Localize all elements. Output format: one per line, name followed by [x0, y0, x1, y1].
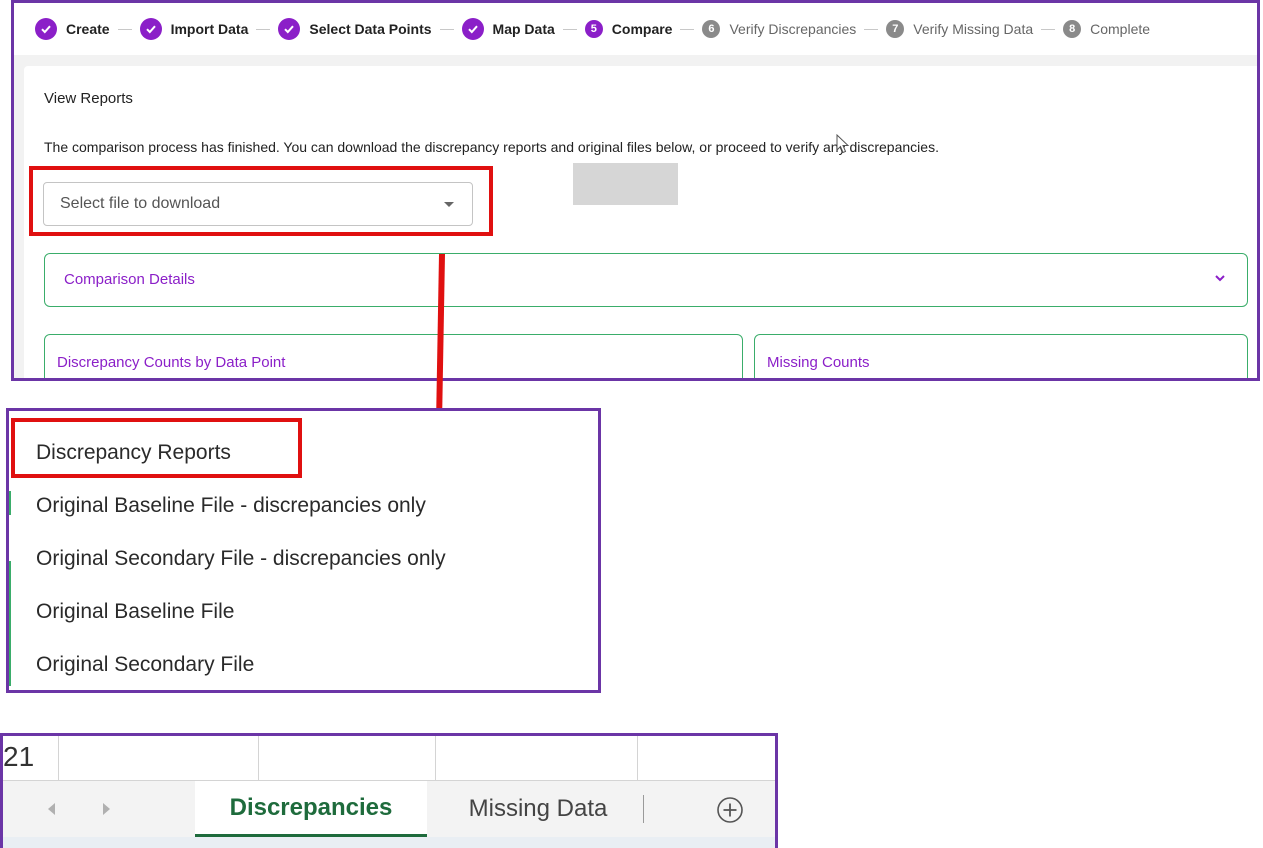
spreadsheet-row: 21 — [3, 736, 775, 781]
grid-line — [58, 736, 59, 780]
step-compare[interactable]: 5 Compare — [584, 20, 673, 38]
step-number: 7 — [886, 20, 905, 38]
step-import-data[interactable]: Import Data — [139, 18, 249, 40]
scroll-left-icon[interactable] — [48, 803, 55, 815]
step-connector — [562, 28, 577, 30]
spreadsheet-tabs-panel: 21 Discrepancies Missing Data — [0, 733, 778, 848]
accordion-label: Comparison Details — [64, 271, 195, 288]
grid-line — [258, 736, 259, 780]
step-verify-discrepancies[interactable]: 6 Verify Discrepancies — [702, 20, 856, 38]
discrepancy-counts-card: Discrepancy Counts by Data Point — [44, 334, 743, 378]
sheet-tab-bar: Discrepancies Missing Data — [3, 781, 775, 837]
card-title: Discrepancy Counts by Data Point — [57, 354, 286, 371]
status-strip — [3, 837, 775, 848]
step-create[interactable]: Create — [35, 18, 110, 40]
step-connector — [117, 28, 132, 30]
option-secondary-file[interactable]: Original Secondary File — [36, 653, 254, 677]
comparison-details-accordion[interactable]: Comparison Details — [44, 253, 1248, 307]
step-connector — [864, 28, 879, 30]
step-connector — [680, 28, 695, 30]
redaction-block — [573, 163, 678, 205]
step-number: 8 — [1063, 20, 1082, 38]
option-baseline-discrepancies-only[interactable]: Original Baseline File - discrepancies o… — [36, 494, 426, 518]
card-edge — [9, 561, 11, 686]
step-map-data[interactable]: Map Data — [461, 18, 555, 40]
step-connector — [1041, 28, 1056, 30]
check-icon — [461, 18, 484, 40]
step-label: Select Data Points — [309, 21, 432, 37]
step-label: Verify Missing Data — [913, 21, 1034, 37]
check-icon — [278, 18, 301, 40]
step-number: 6 — [702, 20, 721, 38]
card-edge — [9, 491, 11, 515]
highlight-box-option — [11, 418, 302, 478]
step-complete[interactable]: 8 Complete — [1063, 20, 1150, 38]
row-number: 21 — [3, 741, 35, 772]
card-title: Missing Counts — [767, 354, 870, 371]
scroll-right-icon[interactable] — [103, 803, 110, 815]
step-label: Compare — [611, 21, 673, 37]
step-connector — [439, 28, 454, 30]
option-baseline-file[interactable]: Original Baseline File — [36, 600, 234, 624]
stepper: Create Import Data Select Data Points Ma… — [14, 3, 1257, 55]
grid-line — [435, 736, 436, 780]
option-secondary-discrepancies-only[interactable]: Original Secondary File - discrepancies … — [36, 547, 446, 571]
missing-counts-card: Missing Counts — [754, 334, 1248, 378]
step-label: Map Data — [492, 21, 555, 37]
highlight-box-select — [29, 166, 493, 236]
sheet-tab-discrepancies[interactable]: Discrepancies — [195, 781, 427, 837]
step-label: Complete — [1090, 21, 1151, 37]
page-title: View Reports — [44, 90, 133, 107]
step-select-data-points[interactable]: Select Data Points — [278, 18, 432, 40]
grid-line — [637, 736, 638, 780]
check-icon — [139, 18, 162, 40]
step-number: 5 — [584, 20, 603, 38]
step-connector — [256, 28, 271, 30]
step-verify-missing-data[interactable]: 7 Verify Missing Data — [886, 20, 1033, 38]
step-label: Verify Discrepancies — [729, 21, 857, 37]
check-icon — [35, 18, 57, 40]
sheet-tab-missing-data[interactable]: Missing Data — [433, 781, 643, 837]
chevron-down-icon — [1215, 275, 1225, 282]
tab-separator — [643, 795, 644, 823]
step-label: Create — [66, 21, 110, 37]
add-sheet-icon[interactable] — [715, 795, 745, 825]
step-label: Import Data — [170, 21, 249, 37]
mouse-cursor-icon — [836, 134, 850, 154]
info-text: The comparison process has finished. You… — [44, 139, 939, 155]
